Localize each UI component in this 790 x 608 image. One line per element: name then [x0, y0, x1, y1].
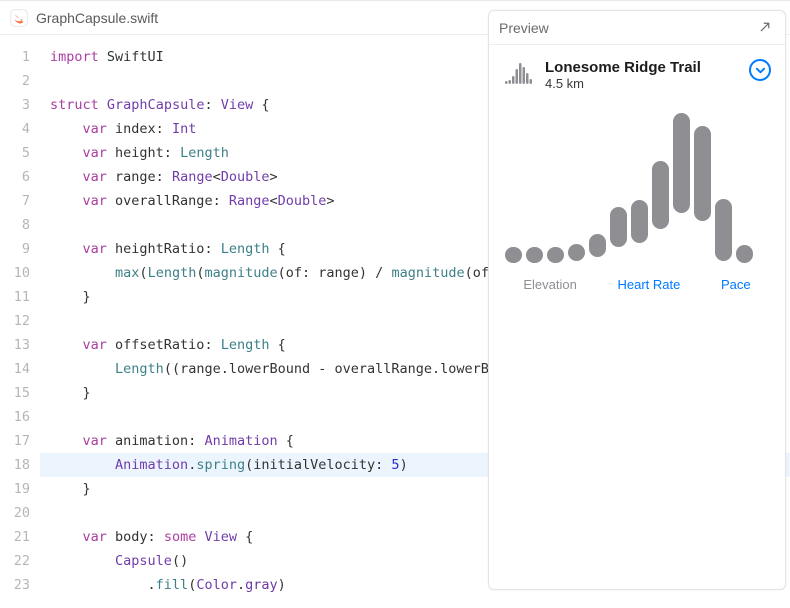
trail-title: Lonesome Ridge Trail: [545, 59, 739, 76]
trail-thumbnail-icon: [503, 59, 535, 85]
expand-icon[interactable]: [759, 20, 775, 36]
preview-panel: Preview Lonesome Ridge Trail: [488, 10, 786, 590]
chart-bar: [673, 113, 690, 213]
tab-pace[interactable]: Pace: [721, 277, 751, 292]
chevron-down-icon[interactable]: [749, 59, 771, 81]
chart-bar: [568, 244, 585, 261]
chart-bar: [652, 161, 669, 229]
chart-bar: [505, 247, 522, 263]
chart-bar: [736, 245, 753, 263]
preview-body: Lonesome Ridge Trail 4.5 km Elevation He…: [489, 45, 785, 589]
swift-file-icon: [10, 9, 28, 27]
chart-bar: [715, 199, 732, 261]
chart-bar: [631, 200, 648, 243]
chart-bar: [589, 234, 606, 257]
chart-bar: [694, 126, 711, 221]
chart-tabs: Elevation Heart Rate Pace: [503, 277, 771, 292]
trail-header: Lonesome Ridge Trail 4.5 km: [503, 59, 771, 91]
preview-title: Preview: [499, 20, 549, 36]
preview-header: Preview: [489, 11, 785, 45]
file-name: GraphCapsule.swift: [36, 10, 158, 26]
tab-heart-rate[interactable]: Heart Rate: [617, 277, 680, 292]
trail-title-block: Lonesome Ridge Trail 4.5 km: [545, 59, 739, 91]
chart-bar: [547, 247, 564, 263]
trail-subtitle: 4.5 km: [545, 76, 739, 91]
tab-elevation[interactable]: Elevation: [523, 277, 576, 292]
chart-bar: [610, 207, 627, 247]
line-gutter: 1234567891011121314151617181920212223: [0, 35, 40, 608]
chart-bar: [526, 247, 543, 263]
elevation-chart: [503, 103, 771, 263]
